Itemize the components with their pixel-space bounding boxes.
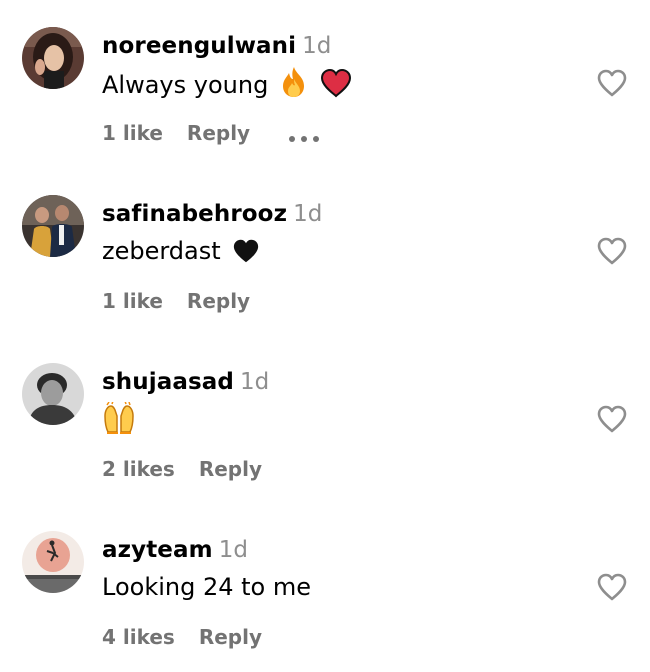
comment-header: safinabehrooz 1d (102, 199, 322, 229)
raising-hands-emoji (102, 402, 136, 434)
avatar[interactable] (22, 195, 84, 257)
like-count[interactable]: 2 likes (102, 457, 175, 481)
reply-button[interactable]: Reply (187, 289, 250, 313)
username[interactable]: azyteam (102, 537, 213, 563)
reply-button[interactable]: Reply (199, 625, 262, 649)
like-count[interactable]: 4 likes (102, 625, 175, 649)
heart-outline-icon[interactable] (596, 236, 628, 266)
comment-text-content: Always young (102, 71, 269, 99)
heart-outline-icon[interactable] (596, 404, 628, 434)
avatar[interactable] (22, 363, 84, 425)
comment-item: safinabehrooz 1d zeberdast 1 like Reply (0, 168, 650, 336)
comment-meta: 1 like Reply (102, 118, 250, 148)
fire-emoji (280, 66, 308, 98)
username[interactable]: safinabehrooz (102, 201, 287, 227)
like-count[interactable]: 1 like (102, 289, 163, 313)
comment-text-content: Looking 24 to me (102, 573, 311, 601)
comment-meta: 1 like Reply (102, 286, 250, 316)
comment-meta: 4 likes Reply (102, 622, 262, 652)
comment-header: shujaasad 1d (102, 367, 269, 397)
comment-item: shujaasad 1d 2 likes Reply (0, 336, 650, 504)
comment-item: azyteam 1d Looking 24 to me 4 likes Reply (0, 504, 650, 672)
heart-outline-icon[interactable] (596, 68, 628, 98)
timestamp[interactable]: 1d (293, 201, 322, 227)
comment-text: zeberdast (102, 234, 260, 268)
username[interactable]: noreengulwani (102, 33, 296, 59)
comment-header: azyteam 1d (102, 535, 248, 565)
timestamp[interactable]: 1d (302, 33, 331, 59)
avatar[interactable] (22, 531, 84, 593)
comment-item: noreengulwani 1d Always young 1 like Reply (0, 0, 650, 168)
comment-header: noreengulwani 1d (102, 31, 331, 61)
comment-meta: 2 likes Reply (102, 454, 262, 484)
like-count[interactable]: 1 like (102, 121, 163, 145)
more-options-icon[interactable] (288, 128, 320, 142)
red-heart-emoji (320, 68, 352, 98)
comment-text: Always young (102, 66, 352, 100)
username[interactable]: shujaasad (102, 369, 234, 395)
comment-text-content: zeberdast (102, 237, 221, 265)
comment-text (102, 402, 136, 436)
heart-outline-icon[interactable] (596, 572, 628, 602)
avatar[interactable] (22, 27, 84, 89)
comment-text: Looking 24 to me (102, 570, 311, 604)
reply-button[interactable]: Reply (187, 121, 250, 145)
black-heart-emoji (232, 238, 260, 264)
timestamp[interactable]: 1d (219, 537, 248, 563)
timestamp[interactable]: 1d (240, 369, 269, 395)
reply-button[interactable]: Reply (199, 457, 262, 481)
